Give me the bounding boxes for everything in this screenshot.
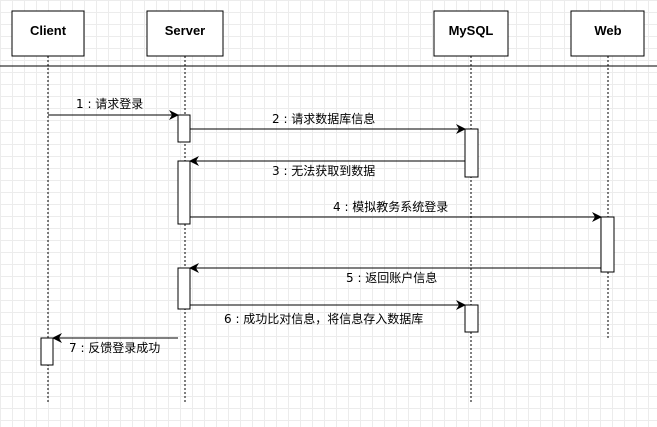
message-1-label: 1 : 请求登录: [76, 96, 143, 111]
message-7-label: 7 : 反馈登录成功: [69, 340, 160, 355]
actor-mysql[interactable]: MySQL: [433, 10, 509, 57]
message-2-label: 2 : 请求数据库信息: [272, 111, 375, 126]
actor-web-label: Web: [594, 23, 621, 38]
message-5: 5 : 返回账户信息: [189, 263, 601, 285]
message-6-label: 6 : 成功比对信息，将信息存入数据库: [224, 311, 423, 326]
activation-client-1: [40, 337, 54, 366]
actor-web[interactable]: Web: [570, 10, 645, 57]
message-5-label: 5 : 返回账户信息: [346, 270, 437, 285]
sequence-diagram: Client Server MySQL Web 1 : 请求登录 2 : 请求数…: [0, 10, 657, 402]
activation-web-1: [600, 216, 615, 273]
activation-server-1: [177, 114, 191, 143]
message-6: 6 : 成功比对信息，将信息存入数据库: [190, 300, 466, 326]
activation-mysql-1: [464, 128, 479, 178]
message-7: 7 : 反馈登录成功: [52, 333, 178, 355]
activation-server-3: [177, 267, 191, 310]
actor-client-label: Client: [30, 23, 67, 38]
activation-mysql-2: [464, 304, 479, 333]
message-3: 3 : 无法获取到数据: [189, 156, 465, 178]
message-1: 1 : 请求登录: [48, 96, 179, 120]
message-2: 2 : 请求数据库信息: [190, 111, 466, 134]
activation-server-2: [177, 160, 191, 225]
message-4-label: 4 : 模拟教务系统登录: [333, 199, 448, 214]
actor-mysql-label: MySQL: [449, 23, 494, 38]
actor-client[interactable]: Client: [11, 10, 85, 57]
message-4: 4 : 模拟教务系统登录: [190, 199, 602, 222]
message-3-label: 3 : 无法获取到数据: [272, 163, 375, 178]
actor-server[interactable]: Server: [146, 10, 224, 57]
actor-server-label: Server: [165, 23, 205, 38]
